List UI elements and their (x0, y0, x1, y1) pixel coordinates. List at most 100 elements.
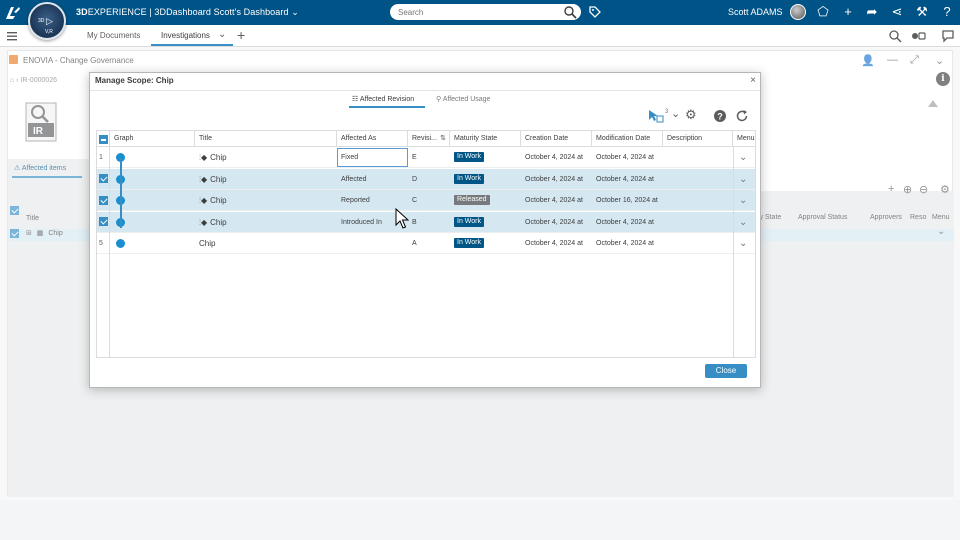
column-header-graph[interactable]: Graph (110, 131, 195, 147)
status-badge[interactable]: In Work (454, 173, 484, 184)
label-icon[interactable]: ⬠ (815, 4, 831, 20)
search-people-icon[interactable] (888, 29, 902, 43)
chevron-down-icon[interactable]: ⌄ (291, 7, 299, 17)
dassault-logo-icon[interactable] (4, 4, 22, 22)
item-title[interactable]: Chip (210, 153, 226, 162)
description-cell (663, 233, 733, 254)
creation-date-cell: October 4, 2024 at (525, 197, 583, 204)
creation-date-cell: October 4, 2024 at (525, 154, 583, 161)
hamburger-menu-icon[interactable] (6, 30, 18, 42)
title-cell[interactable]: Chip (195, 233, 337, 254)
title-cell[interactable]: ⫶◆ Chip (195, 147, 337, 168)
revision-cell: A (412, 240, 417, 247)
item-title[interactable]: Chip (210, 175, 226, 184)
tools-icon[interactable]: ⚒ (914, 4, 930, 20)
column-header-revision[interactable]: Revisi... ⇅ (408, 131, 450, 147)
chat-icon[interactable] (941, 29, 955, 43)
search-icon[interactable] (563, 5, 577, 19)
help-icon[interactable]: ? (939, 4, 955, 20)
close-button[interactable]: Close (705, 364, 747, 378)
modification-date-cell: October 4, 2024 at (596, 175, 654, 183)
column-header-maturity-state[interactable]: Maturity State (450, 131, 521, 147)
maturity-state-cell: Released (450, 190, 521, 211)
status-badge[interactable]: In Work (454, 238, 484, 249)
table-row[interactable]: ⫶◆ Chip Introduced In B In Work October 4, 20… (97, 211, 755, 233)
graph-node[interactable] (116, 239, 125, 248)
dashboard-tab-bar: My Documents Investigations ⌄ + (0, 25, 960, 47)
sort-icon[interactable]: ⇅ (440, 131, 446, 147)
affected-as-cell[interactable]: Fixed (337, 147, 408, 168)
row-number-strip (97, 147, 110, 357)
tag-icon[interactable] (588, 5, 602, 19)
column-divider (733, 147, 734, 357)
item-title[interactable]: Chip (210, 218, 226, 227)
modification-date-cell: October 4, 2024 at (596, 218, 654, 226)
column-header-menu[interactable]: Menu (733, 131, 755, 147)
network-share-icon[interactable]: ⋖ (889, 4, 905, 20)
creation-date-cell: October 4, 2024 at (525, 175, 583, 183)
table-row[interactable]: 5 Chip A In Work October 4, 2024 at October 4… (97, 233, 755, 254)
dashboard-name[interactable]: Scott's Dashboard (214, 7, 289, 17)
chevron-down-icon[interactable]: ⌄ (735, 147, 755, 168)
modification-date-cell: October 4, 2024 at (596, 240, 654, 247)
add-icon[interactable]: + (840, 4, 856, 20)
table-row[interactable]: 1 ⫶◆ Chip Fixed E In Work October 4, 2024 at Oc… (97, 147, 755, 168)
status-badge[interactable]: Released (454, 195, 490, 206)
chevron-down-icon[interactable]: ⌄ (735, 190, 755, 211)
affected-as-cell[interactable]: Affected (337, 169, 408, 190)
tab-affected-revision[interactable]: ☷ Affected Revision (352, 95, 414, 103)
dialog-title: Manage Scope: Chip (95, 76, 174, 85)
tab-investigations[interactable]: Investigations (161, 31, 210, 40)
creation-date-cell: October 4, 2024 at (525, 240, 583, 247)
grid-header: Graph Title Affected As Revisi... ⇅ Matur… (97, 131, 755, 147)
chevron-down-icon[interactable]: ⌄ (218, 29, 226, 40)
title-cell[interactable]: ⫶◆ Chip (195, 212, 337, 233)
share-icon[interactable]: ➦ (864, 4, 880, 20)
compass-icon[interactable]: 3D ▷ V,R (28, 2, 66, 40)
chevron-down-icon[interactable]: ⌄ (735, 169, 755, 190)
avatar[interactable] (790, 4, 806, 20)
maturity-state-cell: In Work (450, 169, 521, 190)
tab-my-documents[interactable]: My Documents (87, 31, 140, 40)
status-badge[interactable]: In Work (454, 216, 484, 227)
column-header-modification-date[interactable]: Modification Date (592, 131, 663, 147)
top-bar: 3DEXPERIENCE | 3DDashboard Scott's Dashb… (0, 0, 960, 25)
part-revision-icon: ⫶◆ (199, 196, 208, 205)
chevron-down-icon[interactable]: ⌄ (735, 212, 755, 233)
gear-icon[interactable]: ⚙ (685, 107, 697, 123)
usage-icon: ⚲ (436, 96, 442, 103)
add-tab-icon[interactable]: + (237, 27, 245, 43)
column-header-description[interactable]: Description (663, 131, 733, 147)
manage-scope-dialog: Manage Scope: Chip × ☷ Affected Revision… (89, 72, 761, 388)
table-row[interactable]: ⫶◆ Chip Affected D In Work October 4, 2024 at… (97, 168, 755, 190)
affected-as-cell[interactable] (337, 233, 408, 254)
video-call-icon[interactable] (910, 29, 928, 43)
selection-filter-icon[interactable] (646, 108, 666, 124)
title-cell[interactable]: ⫶◆ Chip (195, 190, 337, 211)
status-badge[interactable]: In Work (454, 152, 484, 163)
help-icon[interactable]: ? (713, 108, 727, 124)
select-all-cell (97, 131, 110, 147)
user-name[interactable]: Scott ADAMS (728, 7, 783, 17)
refresh-icon[interactable] (735, 108, 749, 124)
close-icon[interactable]: × (750, 75, 756, 86)
modification-date-cell: October 4, 2024 at (596, 154, 654, 161)
chevron-down-icon[interactable]: ⌄ (735, 233, 755, 254)
compass-label: 3D (38, 18, 45, 24)
title-cell[interactable]: ⫶◆ Chip (195, 169, 337, 190)
column-header-creation-date[interactable]: Creation Date (521, 131, 592, 147)
tab-affected-usage[interactable]: ⚲ Affected Usage (436, 95, 490, 103)
chevron-down-icon[interactable]: ⌄ (671, 107, 680, 123)
compass-quadrant-label: V,R (45, 29, 53, 35)
active-tab-indicator (151, 44, 233, 46)
select-all-checkbox[interactable] (99, 135, 108, 145)
active-tab-indicator (349, 106, 425, 108)
column-header-affected-as[interactable]: Affected As (337, 131, 408, 147)
table-row[interactable]: ⫶◆ Chip Reported C Released October 4, 2024 a… (97, 190, 755, 211)
column-header-title[interactable]: Title (195, 131, 337, 147)
item-title[interactable]: Chip (199, 239, 215, 248)
item-title[interactable]: Chip (210, 196, 226, 205)
maturity-state-cell: In Work (450, 212, 521, 233)
search-input[interactable] (398, 6, 558, 18)
part-revision-icon: ⫶◆ (199, 174, 208, 184)
